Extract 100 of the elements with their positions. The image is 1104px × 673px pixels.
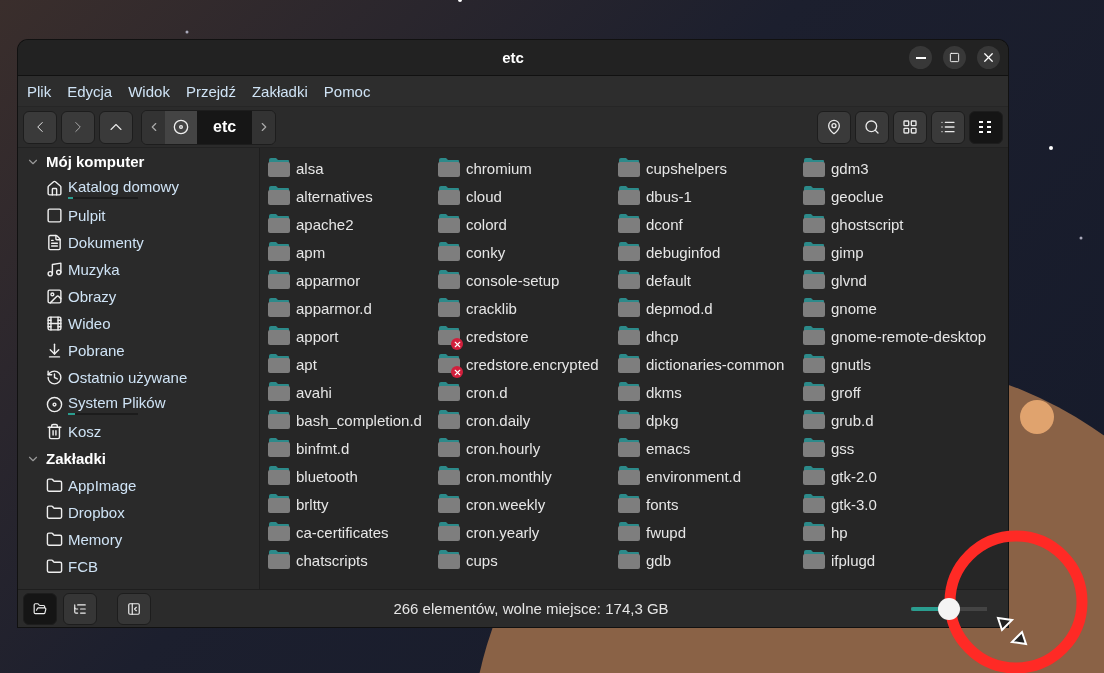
- sidebar-item[interactable]: Pulpit: [18, 202, 259, 229]
- file-item[interactable]: gnome-remote-desktop: [803, 325, 987, 347]
- disk-icon: [46, 396, 63, 413]
- file-item[interactable]: gdm3: [803, 157, 869, 179]
- icon-view-button[interactable]: [893, 110, 927, 144]
- file-item[interactable]: cron.daily: [438, 409, 531, 431]
- file-item[interactable]: bash_completion.d: [268, 409, 422, 431]
- sidebar-item[interactable]: Pobrane: [18, 337, 259, 364]
- menu-item[interactable]: Plik: [19, 82, 60, 100]
- file-item[interactable]: bluetooth: [268, 465, 358, 487]
- compact-list-icon: [979, 121, 993, 133]
- file-item[interactable]: cron.weekly: [438, 493, 546, 515]
- menu-item[interactable]: Zakładki: [243, 82, 316, 100]
- tree-button[interactable]: [63, 592, 97, 625]
- file-item[interactable]: gtk-2.0: [803, 465, 877, 487]
- compact-view-button[interactable]: [969, 110, 1003, 144]
- file-item[interactable]: apparmor: [268, 269, 361, 291]
- file-item[interactable]: debuginfod: [618, 241, 721, 263]
- file-item[interactable]: cron.yearly: [438, 521, 540, 543]
- list-view-button[interactable]: [931, 110, 965, 144]
- sidebar-item[interactable]: System Plików: [18, 391, 259, 418]
- hide-sidebar-button[interactable]: [117, 592, 151, 625]
- menu-item[interactable]: Widok: [120, 82, 178, 100]
- sidebar-item[interactable]: FCB: [18, 553, 259, 580]
- file-item[interactable]: colord: [438, 213, 507, 235]
- file-item[interactable]: dkms: [618, 381, 682, 403]
- file-item[interactable]: brltty: [268, 493, 329, 515]
- file-item[interactable]: apt: [268, 353, 317, 375]
- disk-icon: [173, 119, 189, 135]
- file-item[interactable]: cron.hourly: [438, 437, 541, 459]
- current-crumb-button[interactable]: etc: [197, 110, 253, 144]
- sidebar-item[interactable]: Katalog domowy: [18, 175, 259, 202]
- file-item[interactable]: emacs: [618, 437, 691, 459]
- file-item[interactable]: apparmor.d: [268, 297, 372, 319]
- file-item[interactable]: chatscripts: [268, 549, 368, 571]
- menu-item[interactable]: Przejdź: [177, 82, 244, 100]
- file-item[interactable]: dpkg: [618, 409, 679, 431]
- file-item[interactable]: ca-certificates: [268, 521, 389, 543]
- file-item[interactable]: apache2: [268, 213, 354, 235]
- file-item[interactable]: conky: [438, 241, 506, 263]
- sidebar-item[interactable]: Kosz: [18, 418, 259, 445]
- file-item[interactable]: ghostscript: [803, 213, 904, 235]
- file-item[interactable]: dconf: [618, 213, 683, 235]
- file-item[interactable]: cron.monthly: [438, 465, 552, 487]
- sidebar-item[interactable]: Ostatnio używane: [18, 364, 259, 391]
- file-item[interactable]: gimp: [803, 241, 864, 263]
- file-item[interactable]: groff: [803, 381, 861, 403]
- file-item[interactable]: gnome: [803, 297, 877, 319]
- file-item[interactable]: alsa: [268, 157, 324, 179]
- file-item[interactable]: cupshelpers: [618, 157, 727, 179]
- file-item[interactable]: ifplugd: [803, 549, 876, 571]
- file-item[interactable]: default: [618, 269, 692, 291]
- sidebar-item[interactable]: Muzyka: [18, 256, 259, 283]
- file-item[interactable]: chromium: [438, 157, 532, 179]
- file-item[interactable]: gtk-3.0: [803, 493, 877, 515]
- sidebar-item[interactable]: Memory: [18, 526, 259, 553]
- file-item[interactable]: dhcp: [618, 325, 679, 347]
- places-button[interactable]: [23, 592, 57, 625]
- file-item[interactable]: glvnd: [803, 269, 867, 291]
- file-item[interactable]: fwupd: [618, 521, 687, 543]
- file-item[interactable]: environment.d: [618, 465, 742, 487]
- menu-item[interactable]: Edycja: [59, 82, 121, 100]
- section-header[interactable]: Zakładki: [18, 445, 259, 472]
- section-header[interactable]: Mój komputer: [18, 148, 259, 175]
- file-item[interactable]: grub.d: [803, 409, 874, 431]
- file-item[interactable]: cracklib: [438, 297, 517, 319]
- sidebar-item[interactable]: Dokumenty: [18, 229, 259, 256]
- file-item[interactable]: cloud: [438, 185, 502, 207]
- file-item[interactable]: dictionaries-common: [618, 353, 785, 375]
- file-item[interactable]: cups: [438, 549, 498, 571]
- file-item[interactable]: gdb: [618, 549, 672, 571]
- sidebar-item[interactable]: Dropbox: [18, 499, 259, 526]
- root-crumb-button[interactable]: [165, 110, 197, 144]
- file-item[interactable]: credstore: [438, 325, 529, 347]
- file-item[interactable]: fonts: [618, 493, 679, 515]
- file-item[interactable]: geoclue: [803, 185, 884, 207]
- location-button[interactable]: [817, 110, 851, 144]
- file-item[interactable]: cron.d: [438, 381, 508, 403]
- file-item[interactable]: apm: [268, 241, 326, 263]
- file-item[interactable]: console-setup: [438, 269, 560, 291]
- file-item[interactable]: dbus-1: [618, 185, 692, 207]
- sidebar-item[interactable]: AppImage: [18, 472, 259, 499]
- menu-item[interactable]: Pomoc: [315, 82, 379, 100]
- maximize-button[interactable]: [943, 46, 966, 69]
- sidebar-item[interactable]: Obrazy: [18, 283, 259, 310]
- file-item[interactable]: hp: [803, 521, 848, 543]
- folder-icon: [618, 550, 640, 569]
- file-item[interactable]: alternatives: [268, 185, 373, 207]
- slider-thumb[interactable]: [938, 597, 960, 620]
- file-item[interactable]: apport: [268, 325, 339, 347]
- file-item[interactable]: binfmt.d: [268, 437, 350, 459]
- minimize-button[interactable]: [909, 46, 932, 69]
- file-item[interactable]: gnutls: [803, 353, 872, 375]
- file-item[interactable]: avahi: [268, 381, 332, 403]
- close-button[interactable]: [977, 46, 1000, 69]
- file-item[interactable]: gss: [803, 437, 855, 459]
- sidebar-item[interactable]: Wideo: [18, 310, 259, 337]
- search-button[interactable]: [855, 110, 889, 144]
- file-item[interactable]: depmod.d: [618, 297, 713, 319]
- file-item[interactable]: credstore.encrypted: [438, 353, 599, 375]
